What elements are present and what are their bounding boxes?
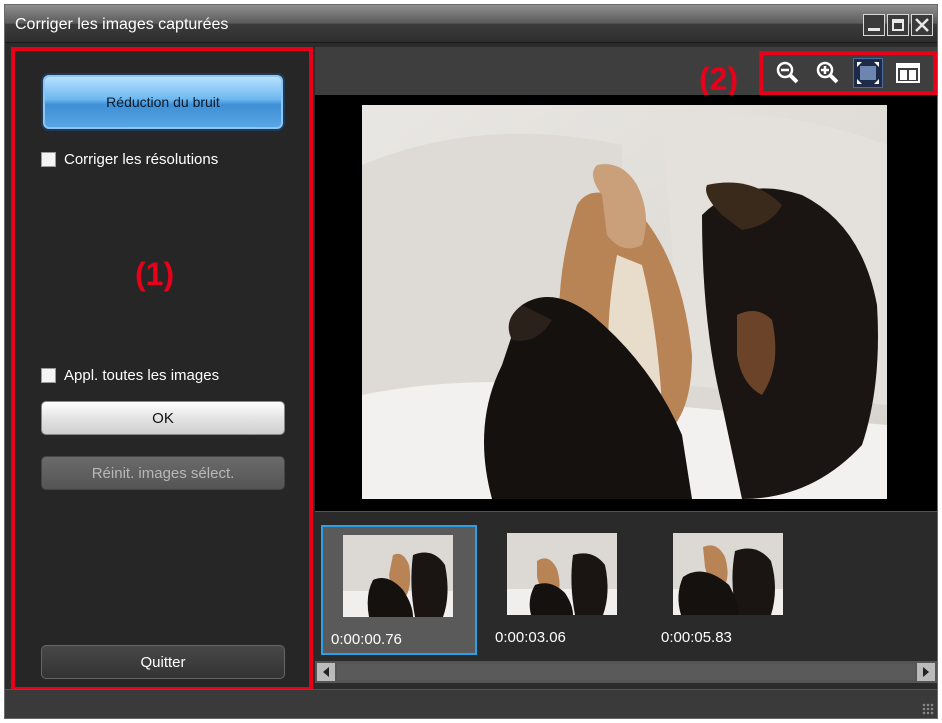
- scroll-right-button[interactable]: [917, 663, 935, 681]
- thumbnail-item[interactable]: 0:00:00.76: [321, 525, 477, 655]
- ok-button[interactable]: OK: [41, 401, 285, 435]
- correction-panel: Réduction du bruit Corriger les résoluti…: [11, 47, 313, 691]
- thumbnail-scrollbar[interactable]: [315, 661, 937, 683]
- thumbnail-image: [343, 535, 453, 617]
- thumbnail-image: [507, 533, 617, 615]
- preview-image: [362, 105, 887, 499]
- zoom-out-button[interactable]: [773, 58, 803, 88]
- side-by-side-icon: [896, 63, 920, 83]
- title-bar: Corriger les images capturées: [5, 5, 937, 43]
- thumbnail-timestamp: 0:00:03.06: [495, 629, 566, 646]
- correct-resolutions-checkbox[interactable]: [41, 152, 56, 167]
- minimize-button[interactable]: [863, 14, 885, 36]
- maximize-button[interactable]: [887, 14, 909, 36]
- thumbnail-strip: 0:00:00.76 0:00:03.06 0:00:05.83: [315, 511, 937, 661]
- quit-button[interactable]: Quitter: [41, 645, 285, 679]
- side-by-side-button[interactable]: [893, 58, 923, 88]
- fit-view-icon: [857, 62, 879, 84]
- apply-all-label: Appl. toutes les images: [64, 367, 220, 384]
- apply-all-checkbox[interactable]: [41, 368, 56, 383]
- zoom-out-icon: [776, 61, 799, 84]
- zoom-in-icon: [816, 61, 839, 84]
- arrow-left-icon: [323, 667, 329, 677]
- status-bar: [5, 689, 937, 718]
- window-controls: [863, 14, 933, 36]
- thumbnail-item[interactable]: 0:00:05.83: [653, 525, 809, 655]
- scroll-left-button[interactable]: [317, 663, 335, 681]
- thumbnail-timestamp: 0:00:00.76: [331, 631, 402, 648]
- view-toolbar: (2): [315, 47, 937, 97]
- resize-grip-icon[interactable]: [922, 703, 934, 715]
- view-tools-group: [759, 51, 937, 95]
- window-title: Corriger les images capturées: [15, 16, 229, 33]
- fit-view-button[interactable]: [853, 58, 883, 88]
- correct-resolutions-option[interactable]: Corriger les résolutions: [41, 151, 218, 168]
- close-button[interactable]: [911, 14, 933, 36]
- thumbnail-image: [673, 533, 783, 615]
- arrow-right-icon: [923, 667, 929, 677]
- callout-label-1: (1): [135, 256, 175, 292]
- thumbnail-timestamp: 0:00:05.83: [661, 629, 732, 646]
- preview-area: [315, 95, 937, 511]
- close-icon: [915, 18, 929, 32]
- apply-all-option[interactable]: Appl. toutes les images: [41, 367, 219, 384]
- callout-label-2: (2): [699, 61, 739, 97]
- scroll-track[interactable]: [337, 664, 915, 680]
- thumbnail-item[interactable]: 0:00:03.06: [487, 525, 643, 655]
- noise-reduction-button[interactable]: Réduction du bruit: [41, 73, 285, 131]
- app-window: Corriger les images capturées Réduction …: [4, 4, 938, 719]
- reset-selected-images-button[interactable]: Réinit. images sélect.: [41, 456, 285, 490]
- correct-resolutions-label: Corriger les résolutions: [64, 151, 219, 168]
- zoom-in-button[interactable]: [813, 58, 843, 88]
